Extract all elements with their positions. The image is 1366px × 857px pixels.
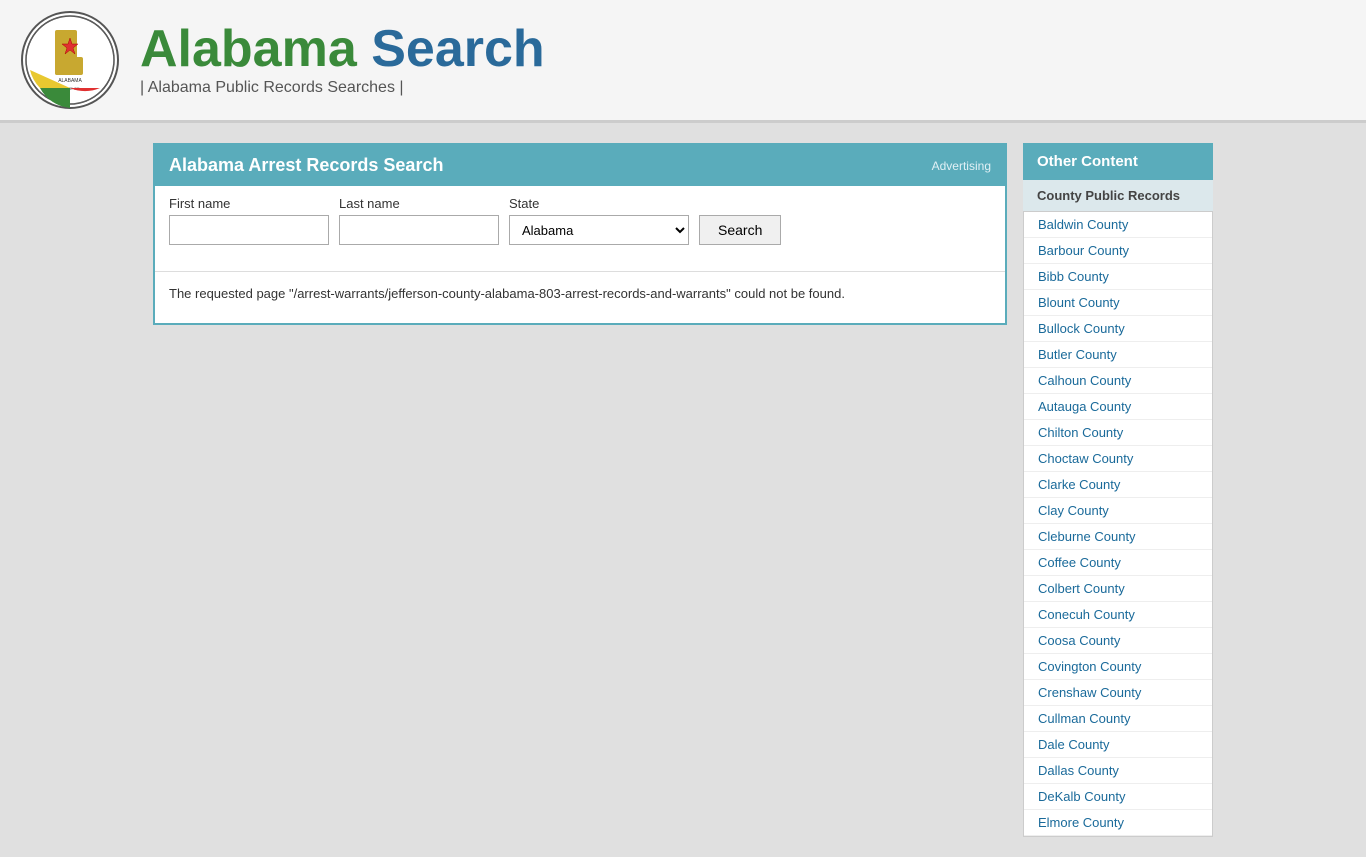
county-link[interactable]: Bullock County: [1024, 316, 1212, 342]
state-select[interactable]: Alabama Alaska Arizona Arkansas Californ…: [509, 215, 689, 245]
county-link[interactable]: Clarke County: [1024, 472, 1212, 498]
county-link[interactable]: DeKalb County: [1024, 784, 1212, 810]
county-link[interactable]: Chilton County: [1024, 420, 1212, 446]
county-link[interactable]: Crenshaw County: [1024, 680, 1212, 706]
advertising-label: Advertising: [932, 159, 991, 173]
last-name-input[interactable]: [339, 215, 499, 245]
county-link[interactable]: Covington County: [1024, 654, 1212, 680]
first-name-input[interactable]: [169, 215, 329, 245]
error-message-text: The requested page "/arrest-warrants/jef…: [169, 286, 845, 301]
county-link[interactable]: Autauga County: [1024, 394, 1212, 420]
site-title-block: Alabama Search | Alabama Public Records …: [140, 23, 545, 97]
county-link[interactable]: Cleburne County: [1024, 524, 1212, 550]
county-link[interactable]: Barbour County: [1024, 238, 1212, 264]
search-form: First name Last name State Alabama Alask…: [155, 186, 1005, 261]
alabama-seal-logo: ALABAMA STATE OF: [20, 10, 120, 110]
error-message-box: The requested page "/arrest-warrants/jef…: [155, 271, 1005, 317]
county-link[interactable]: Baldwin County: [1024, 212, 1212, 238]
last-name-field: Last name: [339, 196, 499, 245]
title-search: Search: [371, 20, 544, 78]
last-name-label: Last name: [339, 196, 499, 211]
county-link[interactable]: Conecuh County: [1024, 602, 1212, 628]
county-link[interactable]: Dallas County: [1024, 758, 1212, 784]
other-content-header: Other Content: [1023, 143, 1213, 180]
main-content: Alabama Arrest Records Search Advertisin…: [133, 143, 1233, 837]
first-name-label: First name: [169, 196, 329, 211]
state-field: State Alabama Alaska Arizona Arkansas Ca…: [509, 196, 689, 245]
site-title: Alabama Search: [140, 23, 545, 75]
county-public-records-header: County Public Records: [1023, 180, 1213, 212]
svg-text:ALABAMA: ALABAMA: [58, 78, 82, 84]
county-link[interactable]: Coffee County: [1024, 550, 1212, 576]
title-alabama: Alabama: [140, 20, 357, 78]
search-box-header: Alabama Arrest Records Search Advertisin…: [155, 145, 1005, 186]
center-panel: Alabama Arrest Records Search Advertisin…: [153, 143, 1007, 837]
site-header: ALABAMA STATE OF Alabama Search | Alabam…: [0, 0, 1366, 123]
right-sidebar: Other Content County Public Records Bald…: [1023, 143, 1213, 837]
county-list: Baldwin CountyBarbour CountyBibb CountyB…: [1023, 212, 1213, 837]
county-link[interactable]: Blount County: [1024, 290, 1212, 316]
search-box-title: Alabama Arrest Records Search: [169, 155, 443, 176]
county-link[interactable]: Colbert County: [1024, 576, 1212, 602]
search-button[interactable]: Search: [699, 215, 781, 245]
county-link[interactable]: Coosa County: [1024, 628, 1212, 654]
state-label: State: [509, 196, 689, 211]
county-link[interactable]: Choctaw County: [1024, 446, 1212, 472]
first-name-field: First name: [169, 196, 329, 245]
county-link[interactable]: Bibb County: [1024, 264, 1212, 290]
site-subtitle: | Alabama Public Records Searches |: [140, 79, 545, 97]
county-link[interactable]: Cullman County: [1024, 706, 1212, 732]
form-row: First name Last name State Alabama Alask…: [169, 196, 991, 245]
search-box: Alabama Arrest Records Search Advertisin…: [153, 143, 1007, 325]
county-link[interactable]: Butler County: [1024, 342, 1212, 368]
county-link[interactable]: Elmore County: [1024, 810, 1212, 836]
county-link[interactable]: Dale County: [1024, 732, 1212, 758]
county-link[interactable]: Calhoun County: [1024, 368, 1212, 394]
county-link[interactable]: Clay County: [1024, 498, 1212, 524]
